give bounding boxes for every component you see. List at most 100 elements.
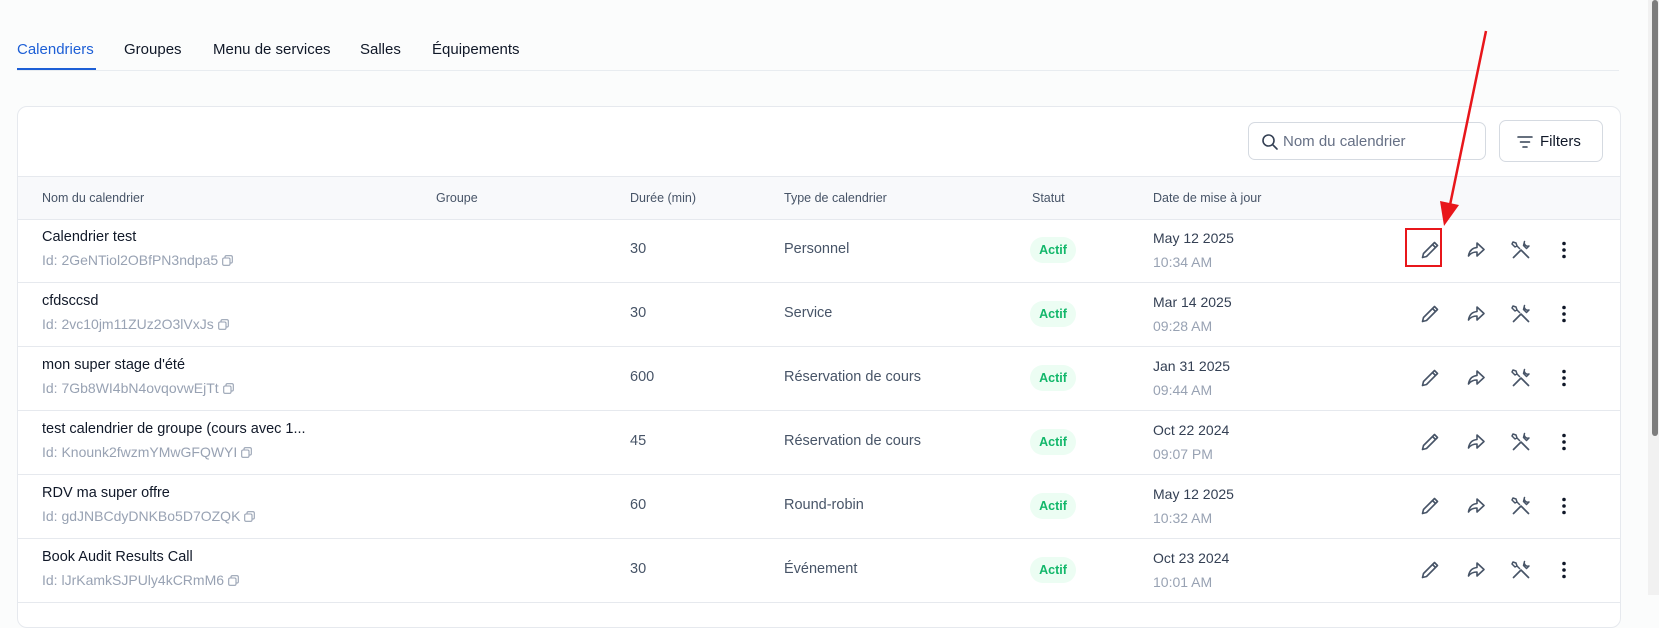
edit-button-highlight xyxy=(1405,228,1442,267)
share-button[interactable] xyxy=(1464,430,1488,454)
table-row[interactable]: cfdsccsd Id: 2vc10jm11ZUz2O3lVxJs 30 Servic… xyxy=(18,282,1620,347)
pencil-icon xyxy=(1418,302,1442,326)
more-vertical-icon xyxy=(1552,558,1576,582)
column-header-type[interactable]: Type de calendrier xyxy=(784,191,887,205)
pencil-icon xyxy=(1418,366,1442,390)
tools-icon xyxy=(1509,238,1533,262)
tools-icon xyxy=(1509,494,1533,518)
status-badge: Actif xyxy=(1030,237,1076,263)
edit-button[interactable] xyxy=(1418,302,1442,326)
tools-button[interactable] xyxy=(1509,302,1533,326)
edit-button[interactable] xyxy=(1418,494,1442,518)
table-row[interactable]: RDV ma super offre Id: gdJNBCdyDNKBo5D7OZ… xyxy=(18,474,1620,539)
updated-time: 09:07 PM xyxy=(1153,446,1213,462)
share-icon xyxy=(1464,238,1488,262)
copy-icon[interactable] xyxy=(241,445,253,458)
scrollbar-thumb[interactable] xyxy=(1652,0,1658,436)
calendar-name[interactable]: cfdsccsd xyxy=(42,293,98,309)
copy-icon[interactable] xyxy=(217,317,229,330)
edit-button[interactable] xyxy=(1418,430,1442,454)
column-header-name[interactable]: Nom du calendrier xyxy=(42,191,144,205)
calendar-type: Réservation de cours xyxy=(784,433,922,449)
column-header-status[interactable]: Statut xyxy=(1032,191,1065,205)
share-button[interactable] xyxy=(1464,238,1488,262)
calendar-id: Id: lJrKamkSJPUly4kCRmM6 xyxy=(42,572,239,588)
table-row[interactable]: Book Audit Results Call Id: lJrKamkSJPUly… xyxy=(18,538,1620,603)
more-button[interactable] xyxy=(1552,430,1576,454)
calendar-duration: 30 xyxy=(630,241,647,257)
tab-equipements[interactable]: Équipements xyxy=(432,41,520,58)
pencil-icon xyxy=(1418,494,1442,518)
copy-icon[interactable] xyxy=(222,253,233,266)
more-vertical-icon xyxy=(1552,430,1576,454)
table-row[interactable]: test calendrier de groupe (cours avec 1.… xyxy=(18,410,1620,475)
status-badge: Actif xyxy=(1030,493,1076,519)
updated-time: 10:01 AM xyxy=(1153,574,1213,590)
tools-icon xyxy=(1509,302,1533,326)
search-icon xyxy=(1262,134,1278,150)
tab-menu-de-services[interactable]: Menu de services xyxy=(213,41,331,58)
more-button[interactable] xyxy=(1552,366,1576,390)
more-vertical-icon xyxy=(1552,302,1576,326)
calendar-duration: 600 xyxy=(630,369,655,385)
search-input[interactable] xyxy=(1283,123,1479,159)
share-button[interactable] xyxy=(1464,494,1488,518)
filters-button[interactable]: Filters xyxy=(1499,120,1603,162)
share-icon xyxy=(1464,302,1488,326)
tools-button[interactable] xyxy=(1509,558,1533,582)
tools-button[interactable] xyxy=(1509,430,1533,454)
updated-date: May 12 2025 xyxy=(1153,486,1234,502)
more-vertical-icon xyxy=(1552,238,1576,262)
tools-icon xyxy=(1509,366,1533,390)
updated-time: 09:44 AM xyxy=(1153,382,1213,398)
more-button[interactable] xyxy=(1552,494,1576,518)
updated-date: Oct 23 2024 xyxy=(1153,550,1230,566)
column-header-updated[interactable]: Date de mise à jour xyxy=(1153,191,1261,205)
status-badge: Actif xyxy=(1030,365,1076,391)
calendar-duration: 30 xyxy=(630,305,647,321)
tools-button[interactable] xyxy=(1509,494,1533,518)
more-vertical-icon xyxy=(1552,494,1576,518)
share-icon xyxy=(1464,494,1488,518)
search-box[interactable] xyxy=(1248,122,1486,160)
share-button[interactable] xyxy=(1464,558,1488,582)
tools-button[interactable] xyxy=(1509,366,1533,390)
more-button[interactable] xyxy=(1552,302,1576,326)
updated-time: 10:32 AM xyxy=(1153,510,1213,526)
copy-icon[interactable] xyxy=(222,381,234,394)
calendar-name[interactable]: Book Audit Results Call xyxy=(42,549,193,565)
copy-icon[interactable] xyxy=(244,509,256,522)
calendar-duration: 30 xyxy=(630,561,647,577)
tab-calendriers[interactable]: Calendriers xyxy=(17,41,94,58)
column-header-duration[interactable]: Durée (min) xyxy=(630,191,696,205)
edit-button[interactable] xyxy=(1418,558,1442,582)
updated-date: May 12 2025 xyxy=(1153,230,1234,246)
copy-icon[interactable] xyxy=(228,573,239,586)
tab-salles[interactable]: Salles xyxy=(360,41,401,58)
tab-groupes[interactable]: Groupes xyxy=(124,41,182,58)
calendar-type: Round-robin xyxy=(784,497,864,513)
calendar-name[interactable]: mon super stage d'été xyxy=(42,357,185,373)
share-button[interactable] xyxy=(1464,366,1488,390)
edit-button[interactable] xyxy=(1418,366,1442,390)
status-badge: Actif xyxy=(1030,301,1076,327)
calendar-duration: 60 xyxy=(630,497,647,513)
updated-time: 10:34 AM xyxy=(1153,254,1213,270)
column-header-group[interactable]: Groupe xyxy=(436,191,478,205)
calendar-id-text: Id: gdJNBCdyDNKBo5D7OZQK xyxy=(42,508,241,524)
calendar-name[interactable]: RDV ma super offre xyxy=(42,485,170,501)
more-button[interactable] xyxy=(1552,238,1576,262)
calendar-name[interactable]: test calendrier de groupe (cours avec 1.… xyxy=(42,421,306,437)
table-row[interactable]: Calendrier test Id: 2GeNTiol2OBfPN3ndpa5 3… xyxy=(18,218,1620,283)
table-row[interactable]: mon super stage d'été Id: 7Gb8WI4bN4ovqov… xyxy=(18,346,1620,411)
calendar-name[interactable]: Calendrier test xyxy=(42,229,136,245)
updated-date: Mar 14 2025 xyxy=(1153,294,1232,310)
tools-button[interactable] xyxy=(1509,238,1533,262)
status-badge: Actif xyxy=(1030,557,1076,583)
calendar-duration: 45 xyxy=(630,433,647,449)
active-tab-indicator xyxy=(17,68,96,70)
share-button[interactable] xyxy=(1464,302,1488,326)
updated-date: Oct 22 2024 xyxy=(1153,422,1230,438)
more-button[interactable] xyxy=(1552,558,1576,582)
table-header: Nom du calendrier Groupe Durée (min) Typ… xyxy=(18,176,1620,220)
